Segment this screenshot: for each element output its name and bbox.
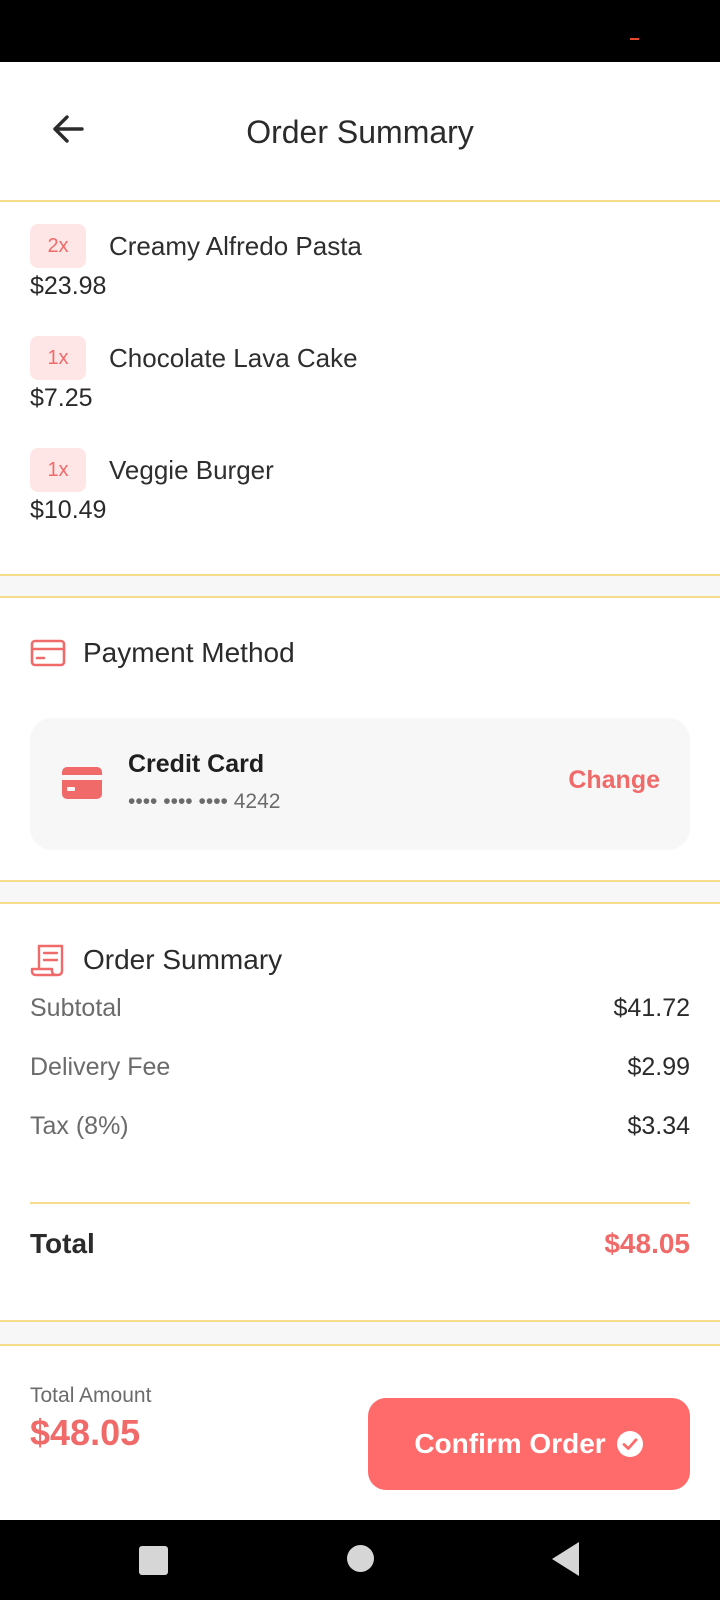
back-triangle-icon[interactable]: [550, 1540, 580, 1578]
item-price: $10.49: [30, 496, 107, 524]
divider: [30, 1202, 690, 1204]
payment-method-section: Payment Method Credit Card •••• •••• •••…: [0, 600, 720, 882]
payment-card: Credit Card •••• •••• •••• 4242 Change: [30, 718, 690, 850]
total-amount-label: Total Amount: [30, 1384, 152, 1407]
subtotal-row: Subtotal $41.72: [30, 988, 690, 1028]
total-label: Total: [30, 1228, 95, 1259]
section-separator: [0, 576, 720, 598]
delivery-fee-label: Delivery Fee: [30, 1052, 171, 1081]
item-price: $23.98: [30, 272, 107, 300]
item-name: Veggie Burger: [109, 455, 274, 485]
item-name: Chocolate Lava Cake: [109, 343, 358, 373]
tax-row: Tax (8%) $3.34: [30, 1106, 690, 1146]
subtotal-value: $41.72: [613, 993, 690, 1022]
app-header: Order Summary: [0, 62, 720, 202]
tax-label: Tax (8%): [30, 1111, 129, 1140]
check-circle-icon: [616, 1430, 644, 1458]
checkout-bar: Total Amount $48.05 Confirm Order: [0, 1368, 720, 1520]
item-name: Creamy Alfredo Pasta: [109, 231, 362, 261]
receipt-icon: [30, 942, 66, 978]
section-title: Order Summary: [83, 944, 283, 975]
total-value: $48.05: [604, 1228, 690, 1259]
status-indicator: [630, 38, 639, 40]
total-amount-value: $48.05: [30, 1412, 141, 1453]
recents-square-icon[interactable]: [139, 1546, 168, 1575]
subtotal-label: Subtotal: [30, 993, 122, 1022]
quantity-badge: 2x: [30, 224, 86, 268]
credit-card-icon: [62, 765, 102, 801]
arrow-left-icon: [53, 115, 84, 143]
quantity-badge: 1x: [30, 448, 86, 492]
page-title: Order Summary: [246, 114, 474, 150]
tax-value: $3.34: [627, 1111, 690, 1140]
order-summary-section: Order Summary Subtotal $41.72 Delivery F…: [0, 906, 720, 1322]
section-separator: [0, 1322, 720, 1346]
list-item: 1x Veggie Burger $10.49: [30, 448, 690, 538]
change-payment-button[interactable]: Change: [568, 766, 660, 795]
item-price: $7.25: [30, 384, 93, 412]
list-item: 2x Creamy Alfredo Pasta $23.98: [30, 224, 690, 314]
section-separator: [0, 882, 720, 904]
home-circle-icon[interactable]: [347, 1545, 374, 1572]
card-type: Credit Card: [128, 750, 265, 778]
order-items-list: 2x Creamy Alfredo Pasta $23.98 1x Chocol…: [0, 202, 720, 576]
list-item: 1x Chocolate Lava Cake $7.25: [30, 336, 690, 426]
delivery-fee-value: $2.99: [627, 1052, 690, 1081]
total-row: Total $48.05: [30, 1222, 690, 1266]
status-bar: [0, 0, 720, 62]
payment-method-header: Payment Method: [30, 633, 295, 673]
credit-card-icon: [30, 635, 66, 671]
card-number: •••• •••• •••• 4242: [128, 790, 281, 813]
section-title: Payment Method: [83, 637, 295, 668]
delivery-fee-row: Delivery Fee $2.99: [30, 1047, 690, 1087]
quantity-badge: 1x: [30, 336, 86, 380]
system-navigation-bar: [0, 1520, 720, 1600]
confirm-order-label: Confirm Order: [414, 1428, 606, 1459]
confirm-order-button[interactable]: Confirm Order: [368, 1398, 690, 1490]
back-button[interactable]: [40, 104, 96, 154]
order-summary-header: Order Summary: [30, 940, 282, 980]
